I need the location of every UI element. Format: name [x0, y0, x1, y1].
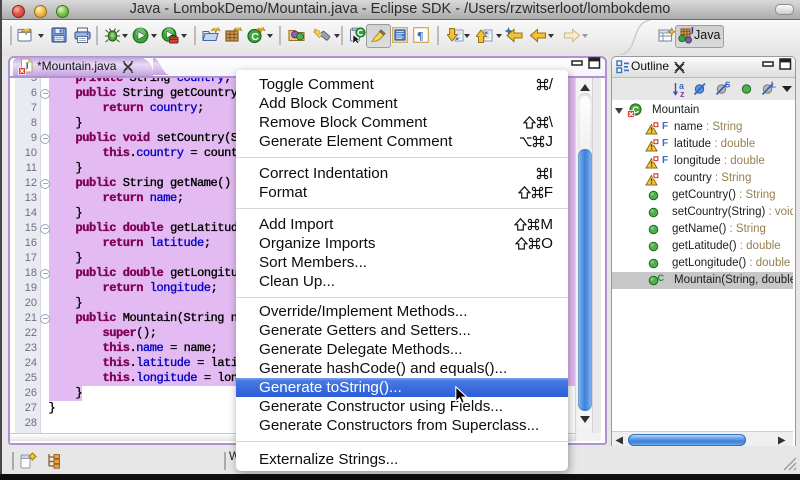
svg-text:C: C: [251, 31, 259, 43]
svg-text:¶: ¶: [417, 29, 423, 43]
svg-text:z: z: [680, 89, 685, 98]
svg-text:S: S: [725, 81, 731, 90]
svg-text:L: L: [771, 81, 776, 90]
